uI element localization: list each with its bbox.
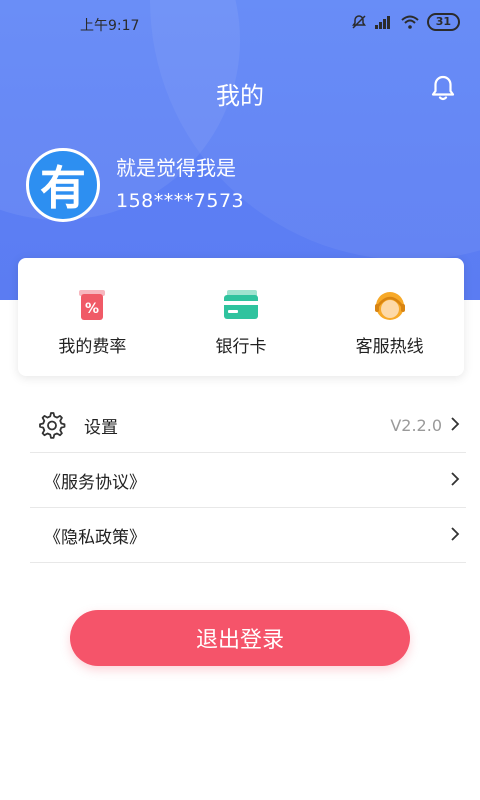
avatar[interactable]: 有 bbox=[26, 148, 100, 222]
app-version: V2.2.0 bbox=[390, 415, 442, 435]
status-bar: 上午9:17 31 bbox=[0, 12, 480, 40]
bell-icon[interactable] bbox=[430, 74, 456, 102]
quick-action-bank-card[interactable]: 银行卡 bbox=[167, 258, 316, 376]
bank-card-icon bbox=[224, 290, 258, 319]
quick-action-label: 客服热线 bbox=[355, 337, 424, 357]
quick-actions-card: % 我的费率 银行卡 客服热线 bbox=[18, 258, 464, 376]
quick-action-label: 银行卡 bbox=[215, 337, 267, 357]
menu-item-service-agreement[interactable]: 《服务协议》 bbox=[30, 453, 466, 508]
quick-action-rate[interactable]: % 我的费率 bbox=[18, 258, 167, 376]
status-time: 上午9:17 bbox=[80, 18, 140, 34]
chevron-right-icon bbox=[451, 472, 460, 486]
username: 就是觉得我是 bbox=[116, 156, 236, 180]
settings-label: 设置 bbox=[84, 417, 118, 438]
logout-button[interactable]: 退出登录 bbox=[70, 610, 410, 666]
status-icons: 31 bbox=[351, 13, 460, 31]
battery-indicator: 31 bbox=[426, 13, 460, 31]
chevron-right-icon bbox=[451, 527, 460, 541]
settings-menu: 设置 V2.2.0 《服务协议》 《隐私政策》 bbox=[30, 398, 466, 563]
gear-icon bbox=[39, 412, 66, 439]
rate-icon: % bbox=[79, 290, 106, 320]
wifi-icon bbox=[401, 15, 419, 29]
signal-icon bbox=[374, 16, 390, 29]
privacy-policy-label: 《隐私政策》 bbox=[44, 527, 146, 548]
menu-item-privacy-policy[interactable]: 《隐私政策》 bbox=[30, 508, 466, 563]
quick-action-label: 我的费率 bbox=[58, 337, 127, 357]
svg-text:%: % bbox=[85, 301, 99, 317]
menu-item-settings[interactable]: 设置 V2.2.0 bbox=[30, 398, 466, 453]
avatar-logo: 有 bbox=[40, 161, 86, 215]
customer-service-icon bbox=[374, 292, 405, 320]
page-title: 我的 bbox=[216, 82, 264, 110]
quick-action-customer-service[interactable]: 客服热线 bbox=[315, 258, 464, 376]
chevron-right-icon bbox=[451, 417, 460, 431]
user-phone: 158****7573 bbox=[116, 190, 245, 212]
mute-icon bbox=[351, 15, 366, 29]
service-agreement-label: 《服务协议》 bbox=[44, 472, 146, 493]
